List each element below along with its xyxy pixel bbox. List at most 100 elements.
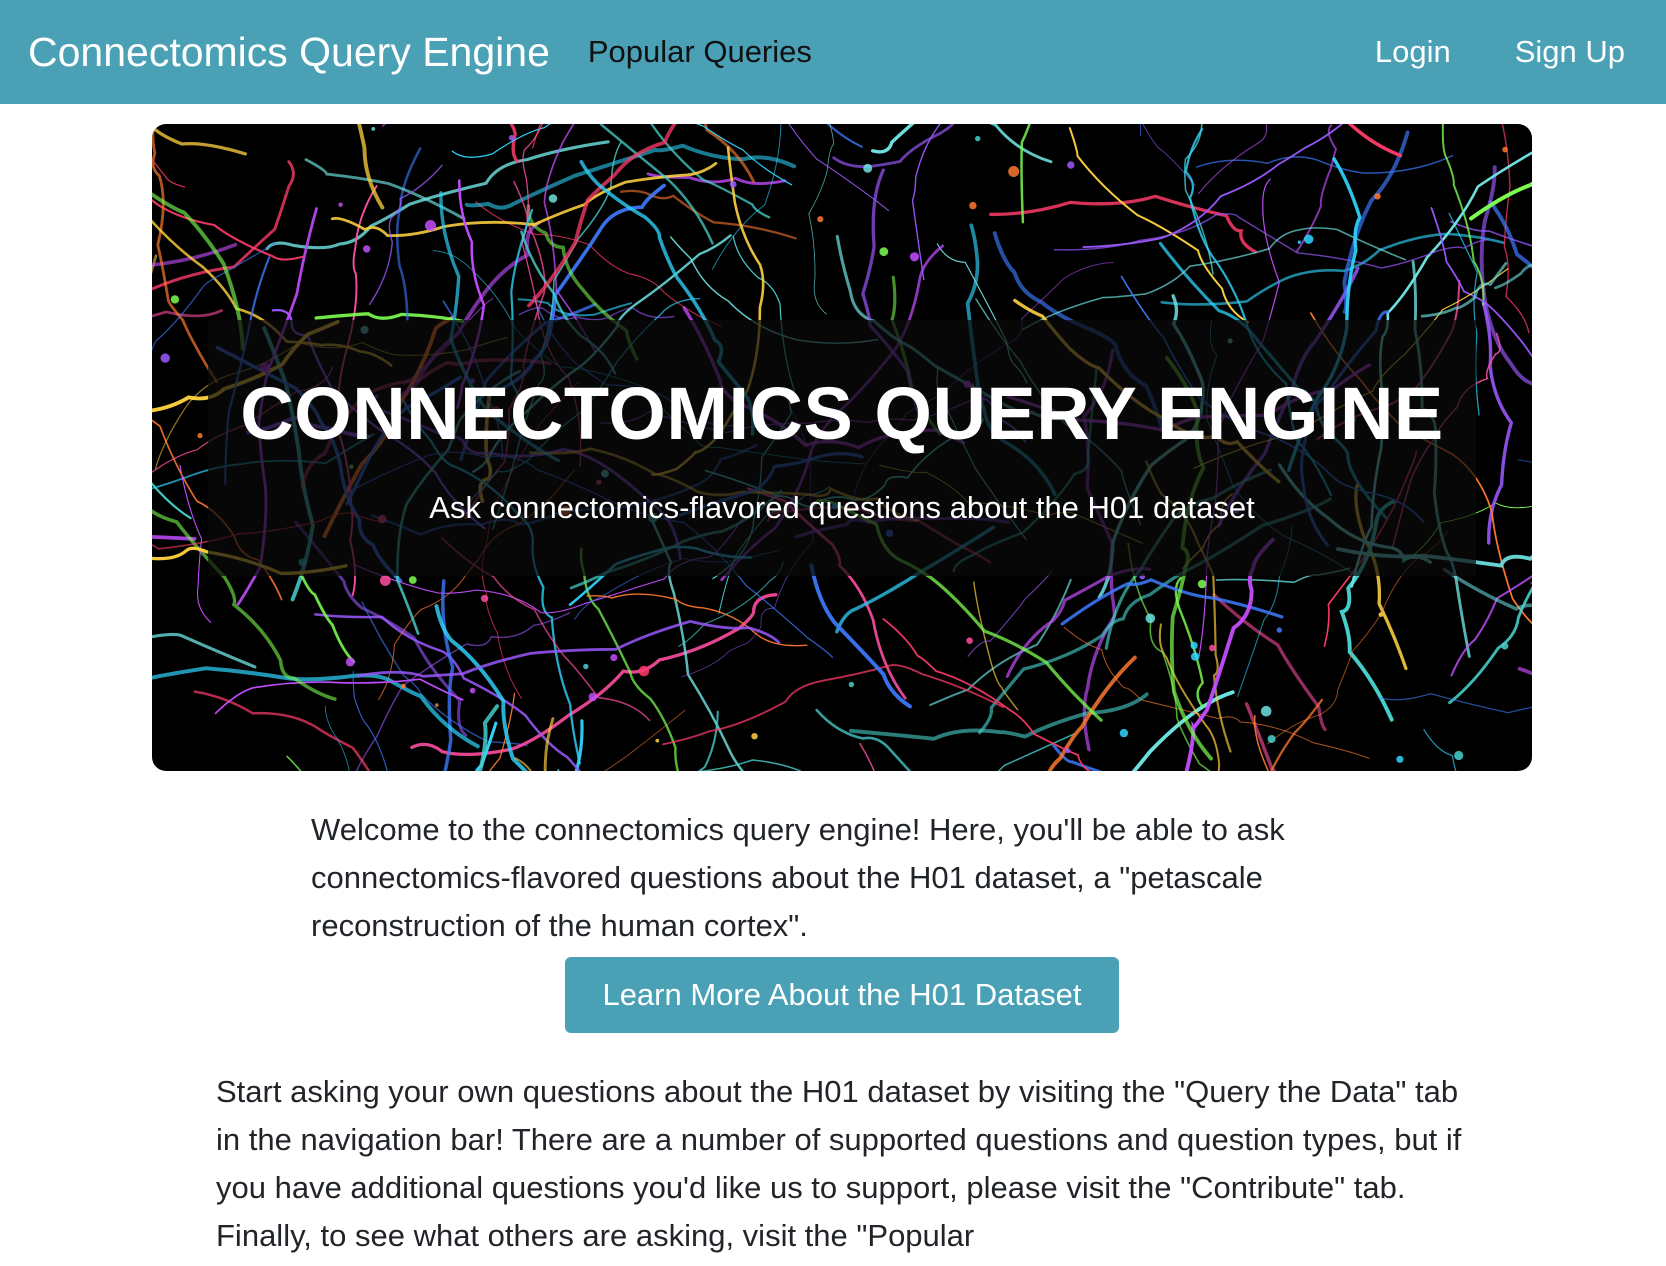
neuron-fiber bbox=[557, 769, 560, 771]
neuron-fiber bbox=[152, 666, 480, 749]
neuron-bouton bbox=[751, 733, 758, 740]
neuron-fiber bbox=[152, 254, 158, 275]
neuron-bouton bbox=[1197, 579, 1207, 589]
neuron-fiber bbox=[152, 632, 257, 669]
neuron-fiber bbox=[1488, 200, 1532, 269]
neuron-bouton bbox=[879, 247, 889, 257]
neuron-fiber bbox=[1139, 124, 1142, 136]
neuron-bouton bbox=[170, 295, 180, 304]
neuron-bouton bbox=[969, 201, 977, 210]
neuron-bouton bbox=[588, 692, 597, 702]
neuron-fiber bbox=[214, 678, 464, 715]
neuron-bouton bbox=[655, 738, 660, 743]
neuron-fiber bbox=[477, 704, 500, 771]
neuron-bouton bbox=[363, 245, 371, 253]
neuron-bouton bbox=[638, 665, 650, 677]
nav-link-popular-queries[interactable]: Popular Queries bbox=[588, 34, 812, 70]
neuron-bouton bbox=[480, 594, 489, 603]
neuron-bouton bbox=[435, 703, 439, 707]
neuron-bouton bbox=[345, 657, 355, 667]
neuron-bouton bbox=[197, 433, 203, 439]
neuron-fiber bbox=[1469, 181, 1532, 221]
welcome-paragraph: Welcome to the connectomics query engine… bbox=[311, 812, 1285, 943]
neuron-bouton bbox=[610, 654, 618, 662]
neuron-bouton bbox=[469, 687, 476, 694]
hero-overlay-panel: CONNECTOMICS QUERY ENGINE Ask connectomi… bbox=[208, 320, 1476, 576]
neuron-fiber bbox=[574, 719, 584, 771]
neuron-bouton bbox=[975, 135, 981, 142]
neuron-fiber bbox=[152, 125, 248, 156]
neuron-bouton bbox=[425, 220, 436, 231]
neuron-bouton bbox=[1378, 612, 1384, 617]
neuron-fiber bbox=[703, 124, 755, 183]
neuron-bouton bbox=[909, 252, 920, 262]
neuron-bouton bbox=[1065, 748, 1071, 754]
neuron-fiber bbox=[989, 124, 1053, 164]
learn-more-button[interactable]: Learn More About the H01 Dataset bbox=[565, 957, 1119, 1033]
hero-banner: CONNECTOMICS QUERY ENGINE Ask connectomi… bbox=[152, 124, 1532, 771]
neuron-bouton bbox=[1267, 735, 1276, 743]
neuron-fiber bbox=[815, 708, 912, 771]
neuron-bouton bbox=[338, 202, 343, 207]
neuron-fiber bbox=[464, 143, 797, 210]
login-link[interactable]: Login bbox=[1375, 34, 1451, 70]
neuron-bouton bbox=[1008, 166, 1020, 177]
neuron-fiber bbox=[1501, 124, 1530, 334]
neuron-fiber bbox=[826, 124, 863, 148]
neuron-bouton bbox=[583, 663, 589, 670]
neuron-bouton bbox=[401, 683, 406, 689]
neuron-fiber bbox=[1142, 124, 1196, 187]
neuron-bouton bbox=[548, 194, 558, 203]
neuron-bouton bbox=[1374, 193, 1381, 200]
neuron-fiber bbox=[152, 535, 197, 541]
neuron-bouton bbox=[848, 681, 855, 688]
neuron-bouton bbox=[408, 576, 417, 584]
neuron-fiber bbox=[1068, 127, 1250, 324]
neuron-fiber bbox=[1127, 542, 1211, 771]
neuron-fiber bbox=[604, 709, 686, 771]
neuron-fiber bbox=[1517, 666, 1532, 676]
hero-subtitle: Ask connectomics-flavored questions abou… bbox=[429, 489, 1255, 525]
neuron-fiber bbox=[265, 140, 610, 251]
neuron-fiber bbox=[1244, 702, 1277, 771]
neuron-bouton bbox=[371, 127, 376, 131]
neuron-bouton bbox=[1304, 234, 1314, 244]
neuron-fiber bbox=[712, 124, 782, 270]
neuron-bouton bbox=[817, 216, 824, 223]
neuron-fiber bbox=[1296, 124, 1338, 253]
neuron-fiber bbox=[152, 198, 304, 261]
hero-title: CONNECTOMICS QUERY ENGINE bbox=[240, 371, 1444, 455]
neuron-bouton bbox=[1119, 728, 1129, 738]
neuron-fiber bbox=[1423, 729, 1457, 771]
neuron-fiber bbox=[697, 733, 1076, 771]
neuron-bouton bbox=[1297, 240, 1302, 244]
top-navbar: Connectomics Query Engine Popular Querie… bbox=[0, 0, 1666, 104]
neuron-bouton bbox=[1454, 750, 1464, 761]
neuron-bouton bbox=[1260, 705, 1272, 717]
signup-link[interactable]: Sign Up bbox=[1515, 34, 1625, 70]
neuron-bouton bbox=[1501, 642, 1509, 650]
neuron-bouton bbox=[1067, 161, 1075, 169]
neuron-fiber bbox=[357, 124, 385, 210]
neuron-bouton bbox=[379, 575, 391, 586]
neuron-fiber bbox=[1530, 581, 1532, 585]
neuron-bouton bbox=[160, 353, 170, 363]
neuron-fiber bbox=[1020, 124, 1031, 224]
brand-link[interactable]: Connectomics Query Engine bbox=[28, 29, 550, 76]
start-paragraph: Start asking your own questions about th… bbox=[216, 1074, 1462, 1253]
neuron-fiber bbox=[451, 124, 793, 186]
neuron-fiber bbox=[870, 124, 915, 154]
neuron-fiber bbox=[152, 242, 238, 267]
neuron-bouton bbox=[1276, 627, 1283, 633]
neuron-bouton bbox=[729, 181, 737, 188]
neuron-bouton bbox=[1145, 613, 1156, 624]
neuron-fiber bbox=[193, 690, 371, 771]
neuron-fiber bbox=[1517, 459, 1532, 463]
neuron-bouton bbox=[966, 637, 973, 644]
neuron-bouton bbox=[1502, 146, 1508, 153]
neuron-bouton bbox=[1396, 755, 1404, 763]
neuron-bouton bbox=[1190, 652, 1200, 661]
neuron-bouton bbox=[1209, 644, 1216, 652]
neuron-fiber bbox=[1053, 213, 1489, 269]
nav-auth-group: Login Sign Up bbox=[1375, 34, 1638, 70]
